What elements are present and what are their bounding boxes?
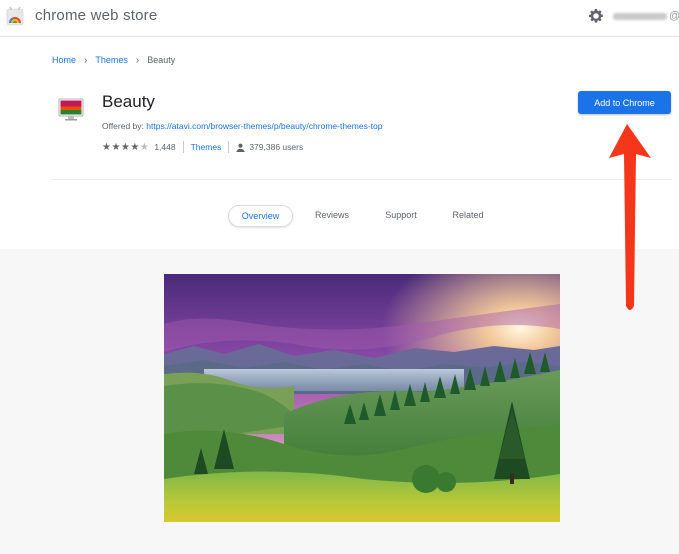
star-icon: ★★★★ bbox=[102, 141, 140, 153]
half-star-icon: ★ bbox=[139, 141, 150, 153]
item-meta: ★★★★★ 1,448 Themes 379,386 users bbox=[102, 141, 303, 153]
section-divider bbox=[52, 179, 672, 180]
tab-bar: Overview Reviews Support Related bbox=[0, 205, 679, 227]
redacted-email bbox=[613, 12, 667, 20]
divider bbox=[182, 141, 184, 153]
account-email[interactable]: @g bbox=[613, 10, 679, 22]
top-bar: chrome web store @g bbox=[0, 0, 679, 37]
theme-icon bbox=[58, 98, 84, 121]
user-icon bbox=[236, 143, 245, 152]
chevron-right-icon: › bbox=[84, 55, 88, 66]
breadcrumb-themes[interactable]: Themes bbox=[95, 55, 128, 65]
divider bbox=[228, 141, 230, 153]
category-link[interactable]: Themes bbox=[191, 142, 222, 152]
breadcrumb-current: Beauty bbox=[147, 55, 176, 65]
tab-support[interactable]: Support bbox=[377, 205, 425, 225]
chrome-web-store-logo-icon[interactable] bbox=[6, 6, 24, 26]
offered-by-link[interactable]: https://atavi.com/browser-themes/p/beaut… bbox=[146, 121, 382, 131]
breadcrumb-home[interactable]: Home bbox=[52, 55, 76, 65]
gear-icon[interactable] bbox=[588, 8, 604, 24]
red-arrow-icon bbox=[609, 124, 651, 310]
store-name[interactable]: chrome web store bbox=[35, 7, 157, 24]
theme-preview-image[interactable] bbox=[164, 274, 560, 522]
offered-by-label: Offered by: bbox=[102, 121, 144, 131]
offered-by: Offered by: https://atavi.com/browser-th… bbox=[102, 121, 383, 131]
user-count: 379,386 users bbox=[249, 142, 304, 152]
rating-stars[interactable]: ★★★★★ bbox=[102, 142, 149, 153]
tab-related[interactable]: Related bbox=[444, 205, 492, 225]
item-title: Beauty bbox=[102, 92, 155, 111]
tab-overview[interactable]: Overview bbox=[228, 205, 293, 227]
breadcrumb: Home › Themes › Beauty bbox=[52, 55, 175, 66]
item-detail-panel: Home › Themes › Beauty Beauty Offered by: ht… bbox=[0, 37, 679, 249]
account-suffix: @g bbox=[669, 10, 679, 22]
rating-count[interactable]: 1,448 bbox=[154, 142, 175, 152]
tab-reviews[interactable]: Reviews bbox=[308, 205, 356, 225]
chevron-right-icon: › bbox=[135, 55, 140, 66]
add-to-chrome-button[interactable]: Add to Chrome bbox=[578, 91, 671, 114]
